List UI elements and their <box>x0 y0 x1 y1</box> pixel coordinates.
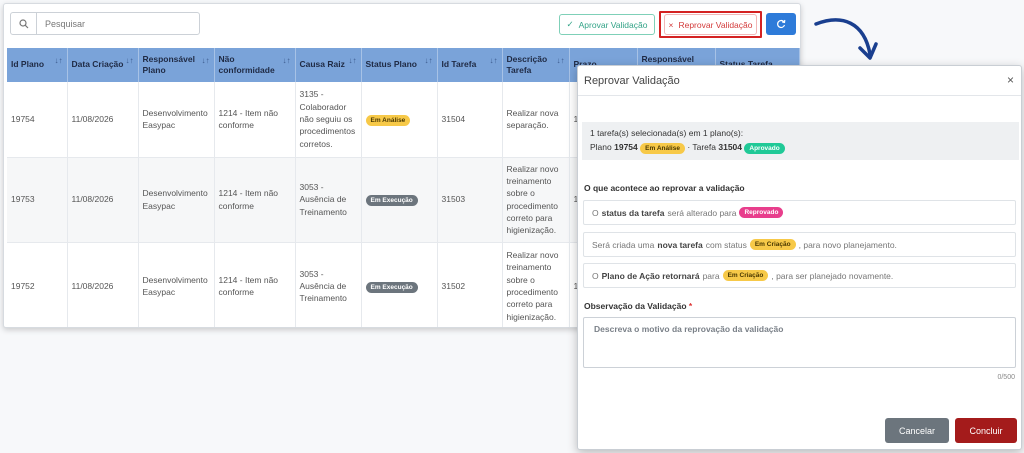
plano-id: 19754 <box>614 141 638 152</box>
cell-descricao: Realizar nova separação. <box>502 82 570 158</box>
col-id-plano[interactable]: Id Plano ↓↑ <box>7 48 68 82</box>
observation-label: Observação da Validação * <box>584 301 693 311</box>
modal-header: Reprovar Validação × <box>578 66 1021 96</box>
cell-causa: 3053 - Ausência de Treinamento <box>295 157 362 243</box>
cell-descricao: Realizar novo treinamento sobre o proced… <box>502 242 570 327</box>
search-icon <box>11 13 37 34</box>
required-marker: * <box>688 301 693 311</box>
cell-id-plano: 19753 <box>7 157 68 243</box>
cell-responsavel: Desenvolvimento Easypac <box>138 242 215 327</box>
tarefa-status-badge: Aprovado <box>744 142 785 154</box>
sort-icon: ↓↑ <box>489 56 498 65</box>
selection-detail: Plano 19754 Em Análise · Tarefa 31504 Ap… <box>590 141 1011 155</box>
status-badge: Em Execução <box>365 281 418 293</box>
cancel-button[interactable]: Cancelar <box>885 418 949 443</box>
reject-validation-button[interactable]: × Reprovar Validação <box>664 14 757 35</box>
col-descricao-tarefa[interactable]: Descrição Tarefa ↓↑ <box>502 48 570 82</box>
check-icon: ✓ <box>566 19 574 29</box>
selection-count-text: 1 tarefa(s) selecionada(s) em 1 plano(s)… <box>590 128 744 138</box>
modal-title: Reprovar Validação <box>584 74 680 87</box>
plano-status-badge: Em Análise <box>640 142 685 154</box>
col-causa-raiz[interactable]: Causa Raiz ↓↑ <box>295 48 362 82</box>
close-icon[interactable]: × <box>1007 73 1014 87</box>
cell-data: 11/08/2026 <box>67 157 139 243</box>
cell-nao-conformidade: 1214 - Item não conforme <box>214 157 296 243</box>
cell-data: 11/08/2026 <box>67 82 139 158</box>
consequence-item-plan: O Plano de Ação retornará para Em Criaçã… <box>583 263 1016 288</box>
cell-status: Em Execução <box>361 157 438 243</box>
cell-nao-conformidade: 1214 - Item não conforme <box>214 242 296 327</box>
status-badge: Em Análise <box>365 114 411 126</box>
reprovado-badge: Reprovado <box>739 207 784 218</box>
selection-summary: 1 tarefa(s) selecionada(s) em 1 plano(s)… <box>582 122 1019 160</box>
col-nao-conformidade[interactable]: Não conformidade ↓↑ <box>214 48 296 82</box>
refresh-icon <box>777 19 786 29</box>
toolbar: ✓ Aprovar Validação × Reprovar Validação <box>4 4 800 44</box>
search-input[interactable] <box>37 18 197 29</box>
cell-responsavel: Desenvolvimento Easypac <box>138 157 215 243</box>
col-status-plano[interactable]: Status Plano ↓↑ <box>361 48 438 82</box>
cell-id-plano: 19754 <box>7 82 68 158</box>
cell-id-tarefa: 31502 <box>437 242 503 327</box>
reject-label: Reprovar Validação <box>678 19 753 30</box>
cell-causa: 3135 - Colaborador não seguiu os procedi… <box>295 82 362 158</box>
conclude-button[interactable]: Concluir <box>955 418 1017 443</box>
cell-descricao: Realizar novo treinamento sobre o proced… <box>502 157 570 243</box>
approve-label: Aprovar Validação <box>578 19 648 30</box>
col-responsavel-plano[interactable]: Responsável Plano ↓↑ <box>138 48 215 82</box>
consequences-title: O que acontece ao reprovar a validação <box>584 183 745 193</box>
curved-arrow-icon <box>814 18 878 60</box>
col-id-tarefa[interactable]: Id Tarefa ↓↑ <box>437 48 503 82</box>
reject-validation-modal: Reprovar Validação × 1 tarefa(s) selecio… <box>577 65 1022 450</box>
tarefa-id: 31504 <box>718 141 743 152</box>
sort-icon: ↓↑ <box>125 56 134 65</box>
sort-icon: ↓↑ <box>201 56 210 65</box>
observation-textarea[interactable] <box>583 317 1016 368</box>
char-counter: 0/500 <box>997 374 1015 381</box>
sort-icon: ↓↑ <box>282 56 291 65</box>
approve-validation-button[interactable]: ✓ Aprovar Validação <box>559 14 655 35</box>
cell-id-tarefa: 31504 <box>437 82 503 158</box>
em-criacao-badge: Em Criação <box>749 239 796 250</box>
sort-icon: ↓↑ <box>424 56 433 65</box>
cell-status: Em Análise <box>361 82 438 158</box>
close-icon: × <box>668 19 674 30</box>
cell-id-plano: 19752 <box>7 242 68 327</box>
search-box[interactable] <box>10 12 200 35</box>
sort-icon: ↓↑ <box>54 56 63 65</box>
cell-responsavel: Desenvolvimento Easypac <box>138 82 215 158</box>
cell-status: Em Execução <box>361 242 438 327</box>
cell-data: 11/08/2026 <box>67 242 139 327</box>
cell-nao-conformidade: 1214 - Item não conforme <box>214 82 296 158</box>
sort-icon: ↓↑ <box>556 56 565 65</box>
sort-icon: ↓↑ <box>348 56 357 65</box>
cell-id-tarefa: 31503 <box>437 157 503 243</box>
refresh-button[interactable] <box>766 13 796 35</box>
consequence-item-status: O status da tarefa será alterado para Re… <box>583 200 1016 225</box>
status-badge: Em Execução <box>365 195 418 206</box>
col-data-criacao[interactable]: Data Criação ↓↑ <box>67 48 139 82</box>
consequence-item-new-task: Será criada uma nova tarefa com status E… <box>583 232 1016 257</box>
em-criacao-badge: Em Criação <box>722 270 769 281</box>
cell-causa: 3053 - Ausência de Treinamento <box>295 242 362 327</box>
